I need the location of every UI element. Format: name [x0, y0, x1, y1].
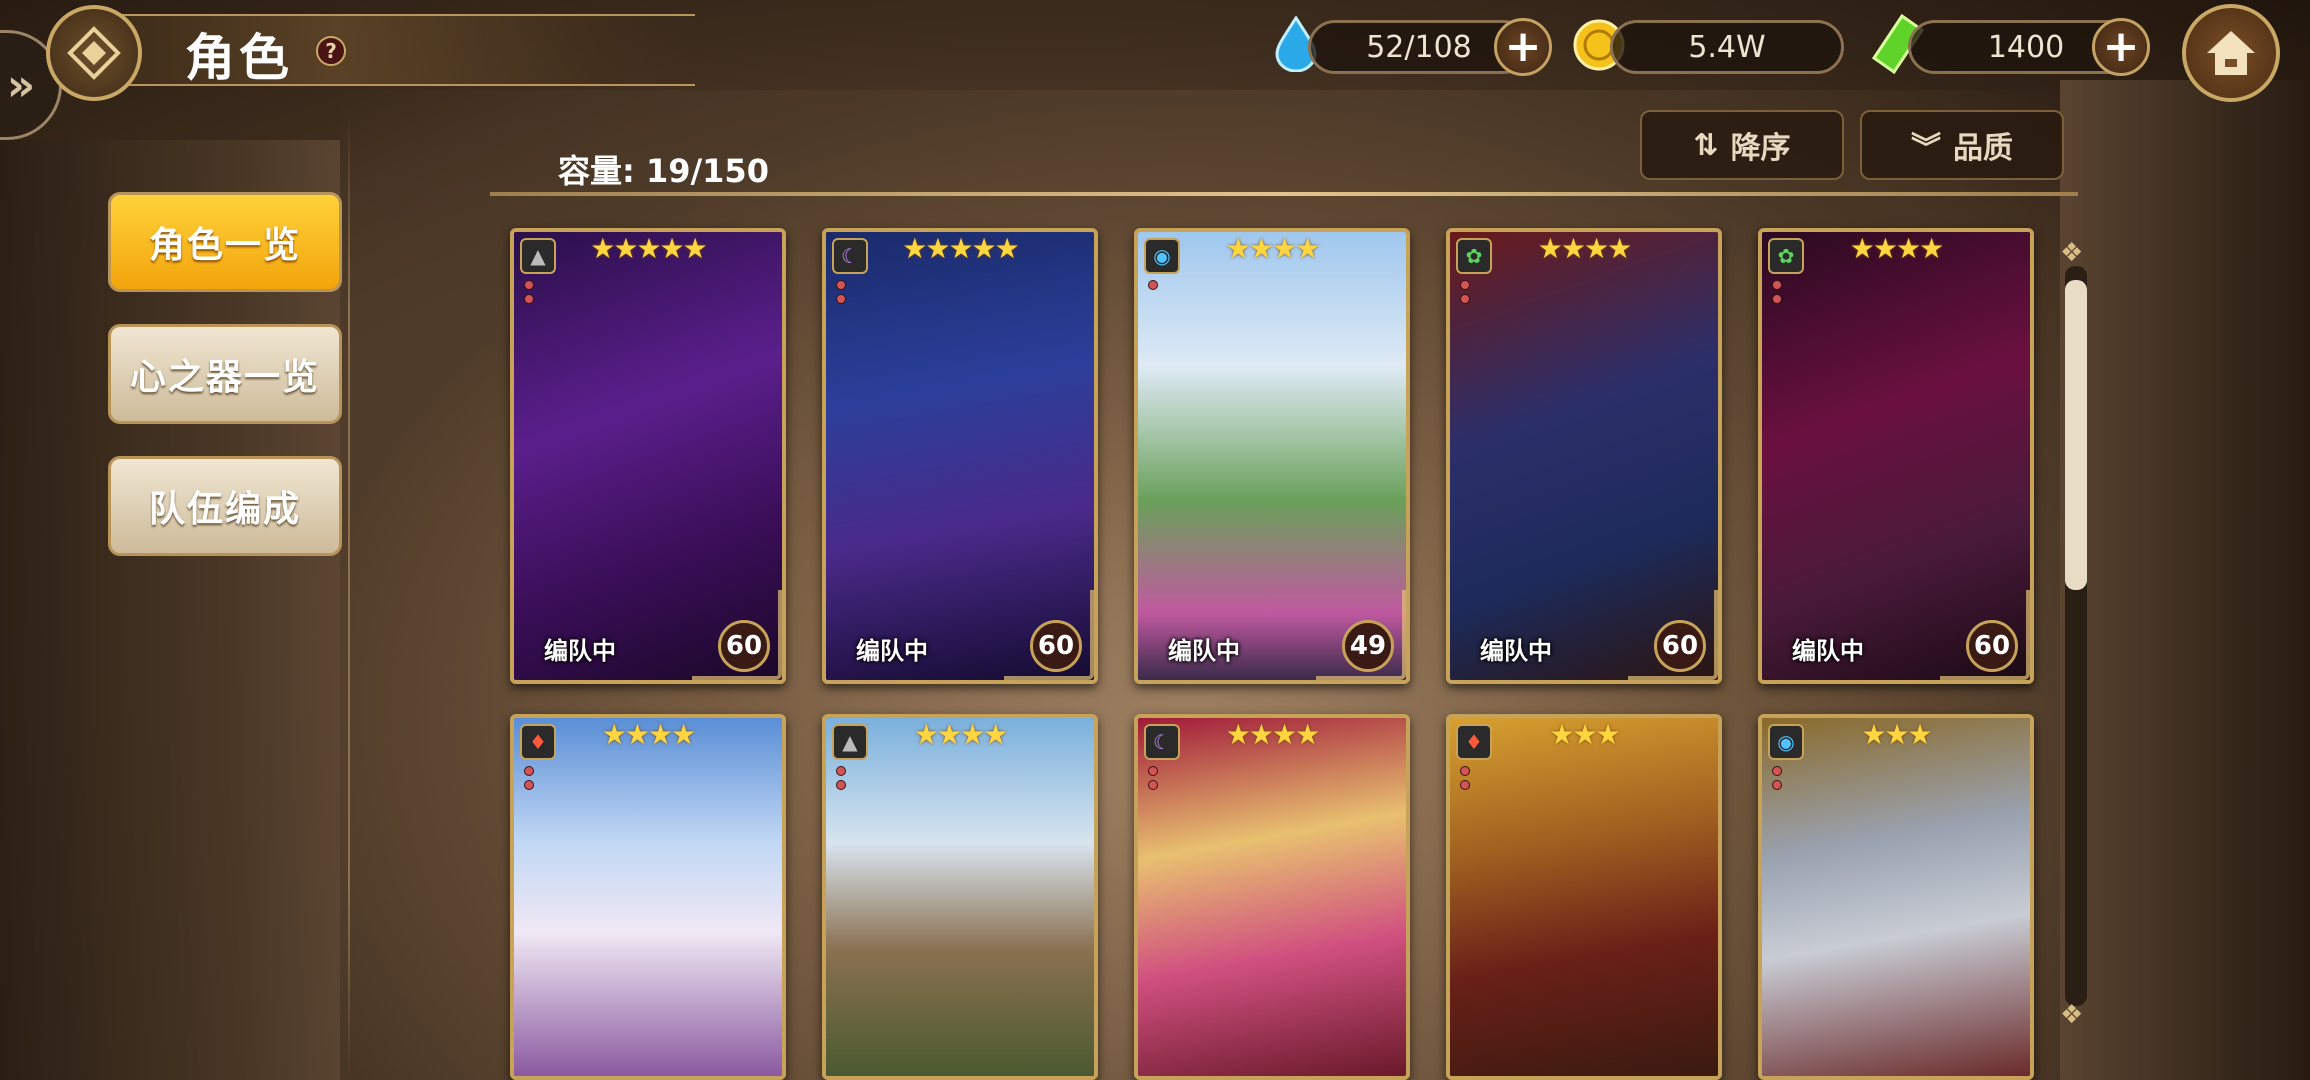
chevron-down-icon: ︾	[1911, 131, 1941, 166]
rarity-stars: ★★★★	[1225, 718, 1320, 751]
sort-order-button[interactable]: ⇅ 降序	[1640, 110, 1844, 180]
chevron-right-icon: »	[6, 59, 36, 111]
character-card[interactable]: ♦ ★★★	[1446, 714, 1722, 1080]
yin-element-icon: ☾	[1144, 724, 1180, 760]
character-card[interactable]: ◉ ★★★★ 编队中 49	[1134, 228, 1410, 684]
character-card[interactable]: ✿ ★★★★ 编队中 60	[1446, 228, 1722, 684]
back-button[interactable]	[46, 5, 142, 101]
character-card[interactable]: ▲ ★★★★★ 编队中 60	[510, 228, 786, 684]
quality-filter-button[interactable]: ︾ 品质	[1860, 110, 2064, 180]
gold-counter: 5.4W	[1610, 20, 1844, 74]
character-portrait	[1450, 718, 1718, 1076]
skill-dots	[1148, 766, 1164, 790]
water-element-icon: ◉	[1144, 238, 1180, 274]
water-element-icon: ◉	[1768, 724, 1804, 760]
in-team-label: 编队中	[1168, 637, 1240, 665]
fire-element-icon: ♦	[1456, 724, 1492, 760]
tab-character-list[interactable]: 角色一览	[108, 192, 342, 292]
level-badge: 60	[1966, 620, 2018, 672]
wind-element-icon: ✿	[1456, 238, 1492, 274]
earth-element-icon: ▲	[832, 724, 868, 760]
skill-dots	[1460, 280, 1476, 304]
level-badge: 60	[718, 620, 770, 672]
level-badge: 60	[1654, 620, 1706, 672]
add-stamina-button[interactable]: +	[1494, 18, 1552, 76]
rarity-stars: ★★★★★	[902, 232, 1020, 265]
level-badge: 60	[1030, 620, 1082, 672]
character-portrait	[514, 718, 782, 1076]
character-card[interactable]: ☾ ★★★★	[1134, 714, 1410, 1080]
in-team-label: 编队中	[1480, 637, 1552, 665]
diamond-emblem-icon	[67, 26, 121, 80]
rarity-stars: ★★★★	[601, 718, 696, 751]
in-team-label: 编队中	[544, 637, 616, 665]
background-right	[2060, 80, 2310, 1080]
rarity-stars: ★★★★	[1849, 232, 1944, 265]
in-team-label: 编队中	[856, 637, 928, 665]
character-portrait	[1138, 718, 1406, 1076]
page-title: 角色	[185, 29, 293, 87]
character-card[interactable]: ✿ ★★★★ 编队中 60	[1758, 228, 2034, 684]
skill-dots	[1772, 766, 1788, 790]
level-badge: 49	[1342, 620, 1394, 672]
sort-icon: ⇅	[1693, 127, 1719, 163]
character-card[interactable]: ◉ ★★★	[1758, 714, 2034, 1080]
capacity-text: 容量: 19/150	[558, 152, 769, 190]
quality-filter-label: 品质	[1953, 131, 2013, 166]
skill-dots	[836, 280, 852, 304]
scroll-bottom-ornament: ❖	[2060, 1000, 2084, 1030]
scroll-top-ornament: ❖	[2060, 238, 2084, 268]
character-card[interactable]: ♦ ★★★★	[510, 714, 786, 1080]
wind-element-icon: ✿	[1768, 238, 1804, 274]
rarity-stars: ★★★	[1861, 718, 1932, 751]
rarity-stars: ★★★★	[1537, 232, 1632, 265]
add-gem-button[interactable]: +	[2092, 18, 2150, 76]
earth-element-icon: ▲	[520, 238, 556, 274]
sidebar-divider	[348, 116, 350, 1080]
tab-team-formation[interactable]: 队伍编成	[108, 456, 342, 556]
rarity-stars: ★★★	[1549, 718, 1620, 751]
skill-dots	[1772, 280, 1788, 304]
fire-element-icon: ♦	[520, 724, 556, 760]
sort-order-label: 降序	[1730, 131, 1791, 166]
home-button[interactable]	[2182, 4, 2280, 102]
skill-dots	[524, 766, 540, 790]
skill-dots	[836, 766, 852, 790]
character-portrait	[1762, 718, 2030, 1076]
character-card[interactable]: ☾ ★★★★★ 编队中 60	[822, 228, 1098, 684]
in-team-label: 编队中	[1792, 637, 1864, 665]
yin-element-icon: ☾	[832, 238, 868, 274]
tab-heart-vessel-list[interactable]: 心之器一览	[108, 324, 342, 424]
character-portrait	[826, 718, 1094, 1076]
rarity-stars: ★★★★★	[590, 232, 708, 265]
divider	[490, 192, 2078, 196]
character-card[interactable]: ▲ ★★★★	[822, 714, 1098, 1080]
rarity-stars: ★★★★	[1225, 232, 1320, 265]
skill-dots	[1460, 766, 1476, 790]
home-icon	[2207, 31, 2255, 75]
help-icon[interactable]: ?	[316, 36, 346, 66]
skill-dots	[1148, 280, 1164, 290]
skill-dots	[524, 280, 540, 304]
rarity-stars: ★★★★	[913, 718, 1008, 751]
scrollbar-thumb[interactable]	[2065, 280, 2087, 590]
